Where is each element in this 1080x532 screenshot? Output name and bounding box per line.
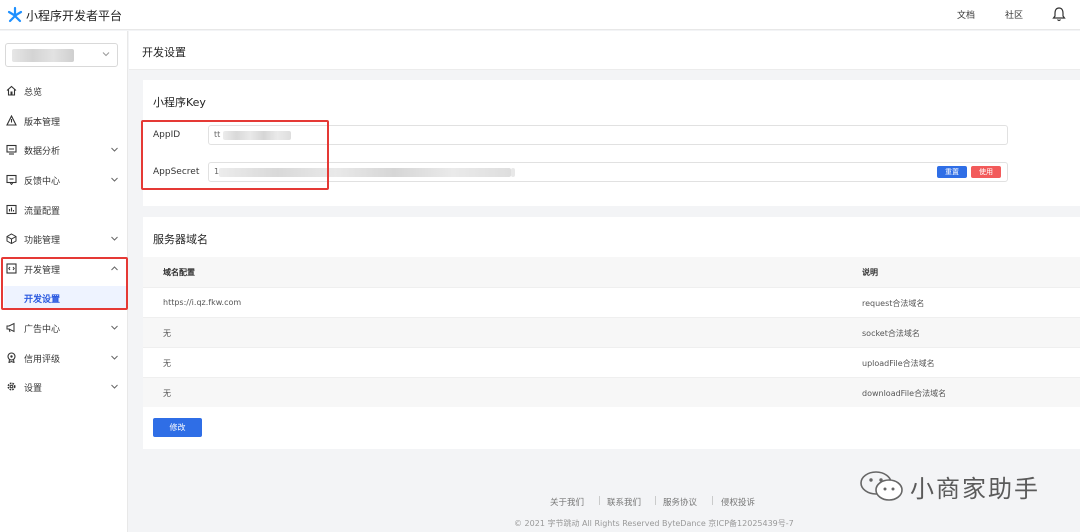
sidebar-item-label: 反馈中心: [24, 177, 61, 187]
chevron-down-icon: [111, 355, 118, 360]
wechat-icon: [860, 471, 903, 501]
row-domain: 无: [163, 329, 171, 338]
chevron-up-icon: [111, 266, 118, 271]
row-domain: 无: [163, 359, 171, 368]
sidebar-item-credit[interactable]: 信用评级: [0, 345, 128, 371]
sidebar-subitem-dev-settings[interactable]: 开发设置: [4, 286, 126, 308]
column-header-desc: 说明: [862, 268, 878, 277]
feedback-icon: [6, 174, 17, 185]
nav-docs[interactable]: 文档: [957, 8, 975, 21]
copyright: © 2021 字节跳动 All Rights Reserved ByteDanc…: [514, 519, 794, 528]
chevron-down-icon: [111, 236, 118, 241]
column-header-domain: 域名配置: [163, 268, 195, 277]
row-desc: request合法域名: [862, 299, 925, 308]
sidebar-item-settings[interactable]: 设置: [0, 374, 128, 400]
chevron-down-icon: [111, 325, 118, 330]
sidebar-item-label: 信用评级: [24, 355, 61, 365]
sidebar-subitem-label: 开发设置: [24, 295, 61, 305]
watermark-text: 小商家助手: [910, 475, 1040, 503]
cube-icon: [6, 233, 17, 244]
sidebar-item-overview[interactable]: 总览: [0, 78, 128, 104]
watermark: 小商家助手: [858, 467, 1058, 507]
megaphone-icon: [6, 322, 15, 333]
brand-title[interactable]: 小程序开发者平台: [26, 7, 122, 24]
sidebar-item-label: 功能管理: [24, 236, 61, 246]
sidebar-item-analytics[interactable]: 数据分析: [0, 137, 128, 163]
footer-separator: |: [598, 496, 601, 506]
appsecret-field[interactable]: 1 重置 使用: [208, 162, 1008, 182]
bar-chart-icon: [6, 204, 17, 215]
code-icon: [6, 263, 17, 274]
reset-button[interactable]: 重置: [937, 166, 967, 178]
appid-field[interactable]: tt: [208, 125, 1008, 145]
sidebar-item-feedback[interactable]: 反馈中心: [0, 167, 128, 193]
sidebar-item-label: 总览: [24, 88, 43, 98]
triangle-icon: [6, 115, 17, 126]
badge-icon: [7, 352, 16, 363]
table-header: 域名配置 说明: [143, 257, 1080, 287]
sidebar-item-label: 开发管理: [24, 266, 61, 276]
appsecret-value-blurred: [219, 168, 511, 177]
logo-icon: [7, 6, 23, 23]
domain-card-title: 服务器域名: [153, 233, 208, 246]
sidebar-item-traffic[interactable]: 流量配置: [0, 197, 128, 223]
footer-link-terms[interactable]: 服务协议: [663, 496, 697, 508]
sidebar-item-label: 设置: [24, 384, 43, 394]
monitor-icon: [6, 144, 17, 155]
sidebar-item-ads[interactable]: 广告中心: [0, 315, 128, 341]
home-icon: [6, 85, 17, 96]
sidebar-item-label: 版本管理: [24, 118, 61, 128]
app-selector[interactable]: [5, 43, 118, 67]
table-row: https://i.qz.fkw.com request合法域名: [143, 287, 1080, 317]
appsecret-label: AppSecret: [153, 167, 200, 177]
appid-label: AppID: [153, 130, 181, 140]
table-row: 无 downloadFile合法域名: [143, 377, 1080, 407]
app-name-blurred: [12, 49, 74, 62]
sidebar-item-features[interactable]: 功能管理: [0, 226, 128, 252]
appid-prefix: tt: [214, 130, 221, 139]
footer-separator: |: [654, 496, 657, 506]
sidebar-item-version[interactable]: 版本管理: [0, 108, 128, 134]
row-desc: socket合法域名: [862, 329, 920, 338]
use-button[interactable]: 使用: [971, 166, 1001, 178]
table-row: 无 uploadFile合法域名: [143, 347, 1080, 377]
chevron-down-icon: [111, 384, 118, 389]
row-desc: downloadFile合法域名: [862, 389, 947, 398]
chevron-down-icon: [102, 52, 110, 57]
footer-separator: |: [711, 496, 714, 506]
sidebar-item-label: 流量配置: [24, 207, 61, 217]
sidebar-item-dev-management[interactable]: 开发管理: [0, 256, 128, 282]
chevron-down-icon: [111, 177, 118, 182]
edit-button[interactable]: 修改: [153, 418, 202, 437]
appid-value-blurred: [223, 131, 291, 140]
footer-link-contact[interactable]: 联系我们: [607, 496, 641, 508]
row-desc: uploadFile合法域名: [862, 359, 935, 368]
sidebar-item-label: 数据分析: [24, 147, 61, 157]
gear-icon: [7, 382, 16, 391]
top-bar: 小程序开发者平台 文档 社区: [0, 0, 1080, 30]
footer-link-about[interactable]: 关于我们: [550, 496, 584, 508]
nav-community[interactable]: 社区: [1005, 8, 1023, 21]
page-title: 开发设置: [142, 46, 186, 59]
sidebar-item-label: 广告中心: [24, 325, 61, 335]
page-header: 开发设置: [129, 31, 1080, 70]
bell-icon[interactable]: [1052, 6, 1066, 22]
row-domain: 无: [163, 389, 171, 398]
row-domain: https://i.qz.fkw.com: [163, 298, 242, 307]
footer-link-infringement[interactable]: 侵权投诉: [721, 496, 755, 508]
key-card-title: 小程序Key: [153, 96, 206, 109]
table-row: 无 socket合法域名: [143, 317, 1080, 347]
appsecret-value-blurred-tail: [511, 168, 515, 177]
chevron-down-icon: [111, 147, 118, 152]
